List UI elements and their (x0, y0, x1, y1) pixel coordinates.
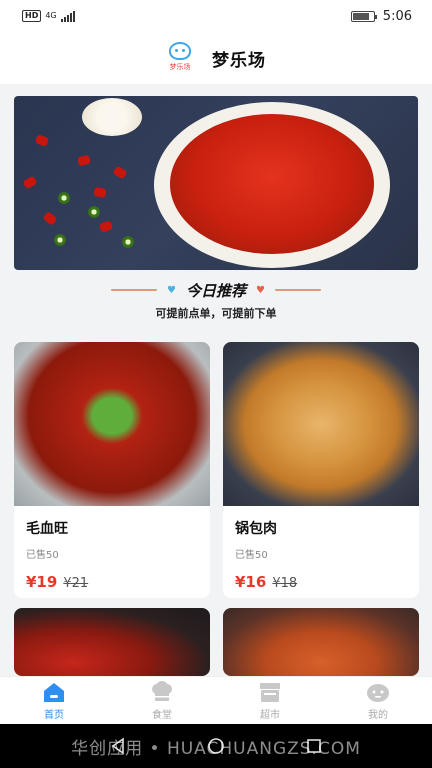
pepper-decoration (88, 206, 100, 218)
home-nav-icon[interactable] (207, 737, 225, 755)
section-title: 今日推荐 (185, 281, 246, 300)
tab-label: 我的 (368, 709, 388, 721)
chef-hat-icon (152, 680, 172, 701)
chili-decoration (77, 154, 91, 167)
chili-decoration (22, 175, 38, 190)
dish-original-price: ¥18 (272, 576, 298, 591)
clock: 5:06 (382, 8, 412, 24)
garlic-image (82, 98, 142, 136)
dish-image (223, 608, 419, 676)
system-nav-bar (0, 724, 432, 768)
dish-sold-count: 已售50 (235, 550, 268, 561)
network-type: 4G (45, 11, 57, 20)
decorative-line (111, 289, 158, 291)
tab-canteen[interactable]: 食堂 (108, 677, 216, 724)
dish-price: ¥19 (26, 573, 58, 591)
dish-info: 锅包肉 已售50 ¥16 ¥18 (223, 506, 419, 598)
chili-decoration (112, 165, 128, 180)
section-subtitle: 可提前点单，可提前下单 (155, 307, 277, 320)
app-title: 梦乐场 (212, 50, 266, 71)
tab-home[interactable]: 首页 (0, 677, 108, 724)
dish-card[interactable]: 锅包肉 已售50 ¥16 ¥18 (223, 342, 419, 598)
dish-original-price: ¥21 (63, 576, 89, 591)
logo-mascot-icon (169, 42, 191, 60)
dish-name: 毛血旺 (26, 521, 68, 537)
tab-label: 食堂 (152, 709, 172, 721)
signal-icon (60, 10, 75, 22)
heart-icon: ♥ (167, 284, 176, 296)
decorative-line (274, 289, 321, 291)
app-header: 梦乐场 梦乐场 (0, 32, 432, 84)
status-left: HD 4G (22, 10, 75, 22)
tab-label: 超市 (260, 709, 280, 721)
status-right: 5:06 (350, 8, 412, 24)
pepper-decoration (122, 236, 134, 248)
tab-label: 首页 (44, 709, 64, 721)
pepper-decoration (54, 234, 66, 246)
hd-badge: HD (22, 10, 42, 22)
tab-mine[interactable]: 我的 (324, 677, 432, 724)
tab-supermarket[interactable]: 超市 (216, 677, 324, 724)
status-bar: HD 4G 5:06 (0, 0, 432, 32)
home-icon (44, 682, 64, 702)
chili-decoration (93, 187, 107, 198)
chili-decoration (34, 134, 50, 147)
app-logo: 梦乐场 (166, 42, 194, 74)
promo-banner[interactable] (14, 96, 418, 270)
dish-name: 锅包肉 (235, 521, 277, 537)
heart-icon: ♥ (256, 284, 265, 296)
pepper-decoration (58, 192, 70, 204)
dish-sold-count: 已售50 (26, 550, 59, 561)
recents-icon[interactable] (305, 737, 323, 755)
chili-decoration (98, 220, 114, 233)
crayfish-dish-image (170, 114, 374, 254)
battery-icon (350, 10, 377, 22)
price-row: ¥16 ¥18 (235, 573, 407, 591)
logo-text: 梦乐场 (169, 63, 191, 71)
dish-info: 毛血旺 已售50 ¥19 ¥21 (14, 506, 210, 598)
recommend-section-header: ♥ 今日推荐 ♥ (0, 278, 432, 302)
bottom-tab-bar: 首页 食堂 超市 我的 (0, 676, 432, 724)
profile-icon (367, 683, 389, 702)
dish-card[interactable] (223, 608, 419, 676)
dish-image (14, 342, 210, 506)
dish-price: ¥16 (235, 573, 267, 591)
dish-image (14, 608, 210, 676)
dish-image (223, 342, 419, 506)
price-row: ¥19 ¥21 (26, 573, 198, 591)
dish-card[interactable] (14, 608, 210, 676)
back-icon[interactable] (109, 737, 127, 755)
chili-decoration (42, 211, 58, 226)
store-icon (260, 682, 280, 702)
dish-card[interactable]: 毛血旺 已售50 ¥19 ¥21 (14, 342, 210, 598)
